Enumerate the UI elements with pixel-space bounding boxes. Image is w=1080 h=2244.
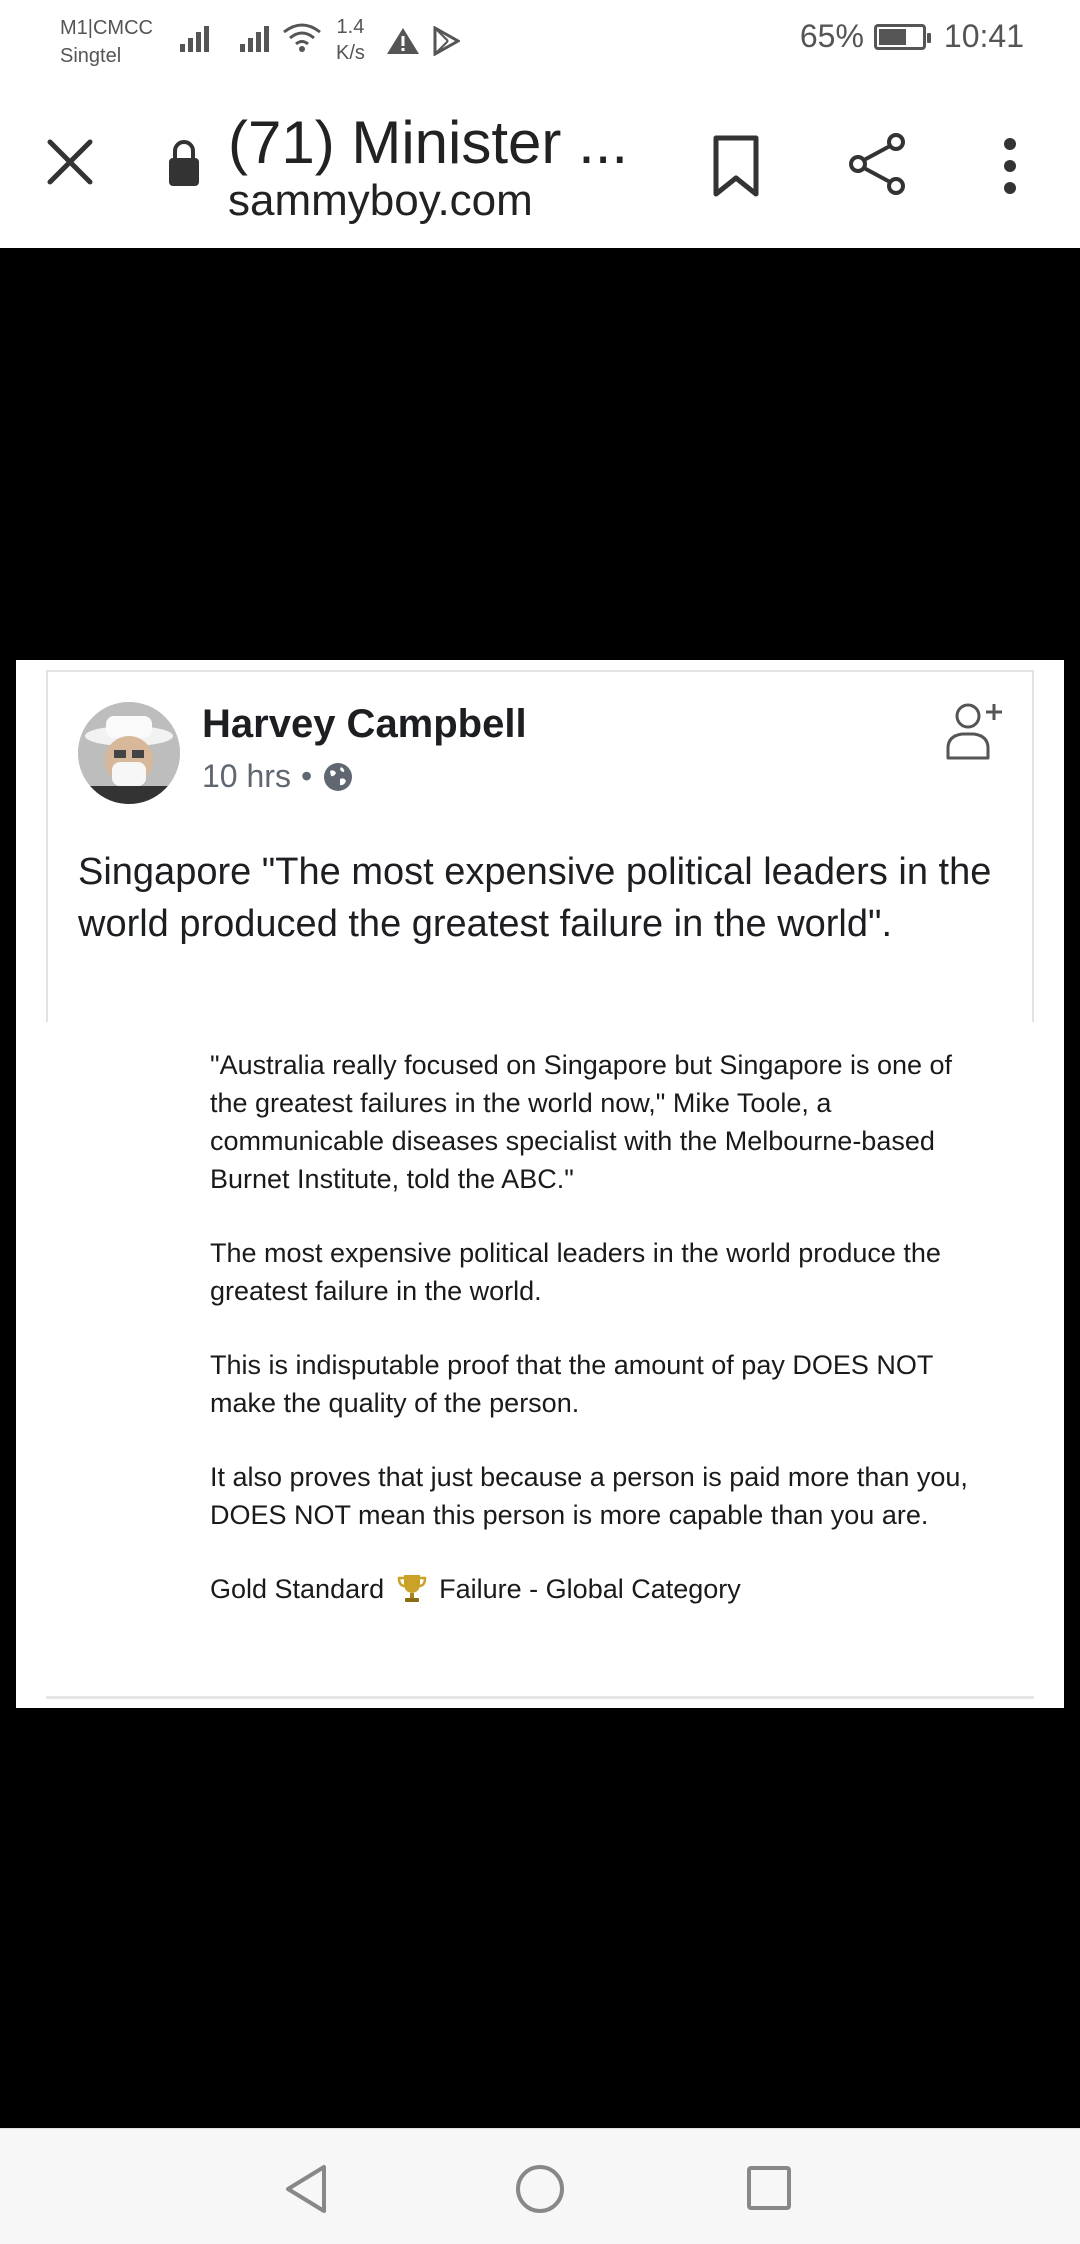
carrier-secondary: Singtel [60,45,122,67]
post-author[interactable]: Harvey Campbell [202,702,527,747]
card-bottom-divider [46,1696,1034,1699]
avatar-image [78,702,180,804]
signal-icon [240,22,269,52]
post-meta: 10 hrs • [202,758,354,795]
post-image[interactable]: Harvey Campbell 10 hrs • Singapore "The … [16,660,1064,1708]
status-bar: M1|CMCC Singtel 1.4 K/s 65% 10:41 [0,0,1080,82]
bookmark-icon[interactable] [708,134,764,198]
quote-paragraph: This is indisputable proof that the amou… [210,1350,933,1418]
meta-separator: • [300,758,313,794]
avatar [78,702,180,804]
more-vert-icon[interactable] [994,136,1026,196]
share-icon[interactable] [846,132,910,196]
add-friend-icon[interactable] [942,698,1008,764]
page-title[interactable]: (71) Minister ... [228,108,648,178]
carrier-primary: M1|CMCC [60,17,153,39]
wifi-icon [283,23,321,52]
page-content[interactable]: Harvey Campbell 10 hrs • Singapore "The … [0,248,1080,2128]
quote-paragraph: "Australia really focused on Singapore b… [210,1050,953,1194]
signal-icon [180,22,209,52]
status-right: 65% 10:41 [800,18,1024,55]
gold-standard-line: Gold Standard Failure - Global Category [210,1570,970,1608]
battery-icon [873,23,931,50]
facebook-post-card: Harvey Campbell 10 hrs • Singapore "The … [46,670,1034,1022]
network-speed: 1.4 K/s [336,14,365,66]
battery-fill [878,28,907,45]
page-url[interactable]: sammyboy.com [228,174,533,228]
gold-standard-suffix: Failure - Global Category [439,1574,741,1604]
browser-toolbar: (71) Minister ... sammyboy.com [0,82,1080,248]
warning-icon [387,28,419,54]
back-icon[interactable] [282,2163,332,2215]
close-icon[interactable] [42,134,98,190]
post-text: Singapore "The most expensive political … [78,851,992,945]
globe-icon [324,762,353,791]
post-time[interactable]: 10 hrs [202,758,291,795]
network-speed-value: 1.4 [336,16,365,38]
quote-paragraph: It also proves that just because a perso… [210,1462,968,1530]
battery-percent: 65% [799,18,864,54]
quoted-text: "Australia really focused on Singapore b… [210,1046,970,1644]
navigation-bar [0,2128,1080,2244]
quote-paragraph: The most expensive political leaders in … [210,1238,941,1306]
recents-icon[interactable] [746,2165,792,2211]
play-store-icon [433,26,460,56]
lock-icon [169,140,199,186]
carrier-info: M1|CMCC Singtel [60,14,153,70]
gold-standard-prefix: Gold Standard [210,1574,385,1604]
network-speed-unit: K/s [336,42,365,64]
trophy-icon [397,1575,426,1602]
clock: 10:41 [943,18,1024,54]
home-icon[interactable] [514,2163,566,2215]
